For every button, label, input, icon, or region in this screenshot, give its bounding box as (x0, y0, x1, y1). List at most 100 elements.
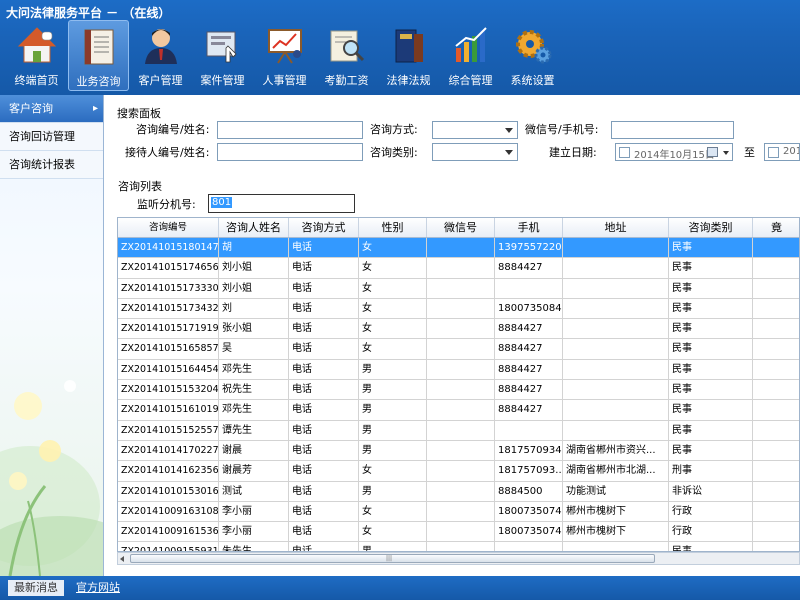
toolbar-law[interactable]: 法律法规 (378, 20, 439, 91)
table-cell: 电话 (289, 339, 359, 359)
header-col-more[interactable]: 竟 (753, 218, 799, 237)
table-cell: 刑事 (669, 461, 753, 481)
table-cell: 李小丽 (219, 522, 289, 542)
table-cell: 谢晨 (219, 440, 289, 461)
toolbar-consult[interactable]: 业务咨询 (68, 20, 129, 91)
table-row[interactable]: ZX20141014170227 谢晨 电话男 18175709342 湖南省郴州市资兴… (118, 440, 799, 462)
table-cell (753, 380, 799, 399)
table-cell: 郴州市槐树下 (563, 501, 669, 522)
date-from-value: 2014年10月15日 (634, 150, 715, 161)
grip-icon: ||| (386, 555, 393, 562)
table-cell: 电话 (289, 542, 359, 551)
table-cell: 18175709342 (495, 440, 563, 461)
ext-input[interactable]: 801 (208, 194, 355, 213)
latest-news-tab[interactable]: 最新消息 (8, 580, 64, 596)
table-cell (427, 359, 495, 380)
table-cell: 电话 (289, 420, 359, 440)
table-cell (753, 258, 799, 277)
toolbar-hr[interactable]: 人事管理 (254, 20, 315, 91)
table-cell: 电话 (289, 278, 359, 298)
toolbar-general[interactable]: 综合管理 (440, 20, 501, 91)
table-row[interactable]: ZX20141015164454 邓先生 电话男 8884427 民事 (118, 359, 799, 381)
table-cell: 民事 (669, 420, 753, 440)
table-row[interactable]: ZX20141015173330 刘小姐 电话女 民事 (118, 278, 799, 299)
wechat-input[interactable] (611, 121, 734, 139)
table-header: 咨询编号 咨询人姓名 咨询方式 性别 微信号 手机 地址 咨询类别竟 (118, 218, 799, 238)
calendar-icon[interactable] (707, 147, 718, 157)
table-cell: 民事 (669, 238, 753, 258)
header-col-gender[interactable]: 性别 (359, 218, 427, 237)
header-col-phone[interactable]: 手机 (495, 218, 563, 237)
type-select[interactable] (432, 143, 518, 161)
header-col-wechat[interactable]: 微信号 (427, 218, 495, 237)
table-row[interactable]: ZX20141015165857 吴电话女 8884427 民事 (118, 339, 799, 360)
toolbar-case[interactable]: 案件管理 (192, 20, 253, 91)
table-cell (753, 400, 799, 419)
table-cell: 谢晨芳 (219, 461, 289, 481)
table-cell: 电话 (289, 501, 359, 522)
table-cell: ZX20141014170227 (118, 440, 219, 461)
scroll-thumb[interactable]: ||| (130, 554, 655, 563)
sidebar-item-followup[interactable]: 咨询回访管理 (0, 123, 103, 151)
header-col-name[interactable]: 咨询人姓名 (219, 218, 289, 237)
table-cell: 女 (359, 461, 427, 481)
table-cell (563, 542, 669, 551)
receiver-input[interactable] (217, 143, 363, 161)
table-cell (753, 522, 799, 541)
wechat-label: 微信号/手机号: (525, 123, 599, 136)
table-row[interactable]: ZX20141015180147 胡电话女 13975572204 民事 (118, 238, 799, 259)
table-cell: ZX20141010153016 (118, 481, 219, 501)
consult-table: 咨询编号 咨询人姓名 咨询方式 性别 微信号 手机 地址 咨询类别竟 ZX2014101518… (117, 217, 800, 552)
official-site-link[interactable]: 官方网站 (70, 580, 126, 596)
table-cell: ZX20141015171919 (118, 319, 219, 339)
horizontal-scrollbar[interactable]: ||| (117, 552, 800, 565)
method-select[interactable] (432, 121, 518, 139)
date-from-checkbox[interactable] (619, 147, 630, 158)
table-cell: 18007350844 (495, 298, 563, 319)
table-cell (427, 461, 495, 481)
table-cell (427, 258, 495, 278)
table-cell (495, 420, 563, 440)
table-row[interactable]: ZX20141009155931 朱先生 电话男 民事 (118, 542, 799, 551)
scroll-left-icon[interactable] (120, 556, 124, 562)
toolbar-attendance[interactable]: 考勤工资 (316, 20, 377, 91)
table-row[interactable]: ZX20141015173432 刘电话女 18007350844 民事 (118, 298, 799, 320)
table-row[interactable]: ZX20141014162356 谢晨芳 电话女 181757093... 湖南省郴州市… (118, 461, 799, 482)
sidebar-item-consult[interactable]: 客户咨询 (0, 95, 103, 123)
toolbar-customer[interactable]: 客户管理 (130, 20, 191, 91)
table-row[interactable]: ZX20141015174656 刘小姐 电话女 8884427 民事 (118, 258, 799, 279)
toolbar-settings[interactable]: 系统设置 (502, 20, 563, 91)
table-cell: 电话 (289, 481, 359, 501)
table-row[interactable]: ZX20141009163108 李小丽 电话女 18007350744 郴州市槐树下行… (118, 501, 799, 523)
table-row[interactable]: ZX20141015152557 谭先生 电话男 民事 (118, 420, 799, 441)
header-col-code[interactable]: 咨询编号 (118, 218, 219, 237)
main-content: 搜索面板 咨询编号/姓名: 咨询方式: 微信号/手机号: 接待人编号/姓名: 咨… (104, 95, 800, 576)
presentation-icon (267, 29, 302, 64)
header-col-method[interactable]: 咨询方式 (289, 218, 359, 237)
table-row[interactable]: ZX20141009161536 李小丽 电话女 18007350744 郴州市槐树下行… (118, 522, 799, 543)
table-cell: ZX20141009155931 (118, 542, 219, 551)
table-cell (427, 501, 495, 522)
sidebar-item-report[interactable]: 咨询统计报表 (0, 151, 103, 179)
date-to-checkbox[interactable] (768, 147, 779, 158)
date-from-picker[interactable]: 2014年10月15日 (615, 143, 733, 161)
header-col-address[interactable]: 地址 (563, 218, 669, 237)
table-row[interactable]: ZX20141015161019 邓先生 电话男 8884427 民事 (118, 400, 799, 421)
code-input[interactable] (217, 121, 363, 139)
chevron-down-icon (505, 150, 513, 155)
table-row[interactable]: ZX20141010153016 测试 电话男 8884500 功能测试 非诉讼 (118, 481, 799, 502)
table-cell: 测试 (219, 481, 289, 501)
table-cell: 18007350744 (495, 501, 563, 522)
table-row[interactable]: ZX20141015171919 张小姐 电话女 8884427 民事 (118, 319, 799, 340)
sidebar: 客户咨询 咨询回访管理 咨询统计报表 (0, 95, 104, 576)
header-col-type[interactable]: 咨询类别 (669, 218, 753, 237)
date-to-picker[interactable]: 2014 (764, 143, 800, 161)
toolbar-home[interactable]: 终端首页 (6, 20, 67, 91)
receiver-label: 接待人编号/姓名: (125, 146, 210, 159)
table-row[interactable]: ZX20141015153204 祝先生 电话男 8884427 民事 (118, 380, 799, 401)
table-cell: ZX20141014162356 (118, 461, 219, 481)
code-label: 咨询编号/姓名: (136, 123, 210, 136)
chevron-down-icon[interactable] (723, 151, 729, 155)
table-cell (753, 502, 799, 521)
table-cell (495, 542, 563, 551)
